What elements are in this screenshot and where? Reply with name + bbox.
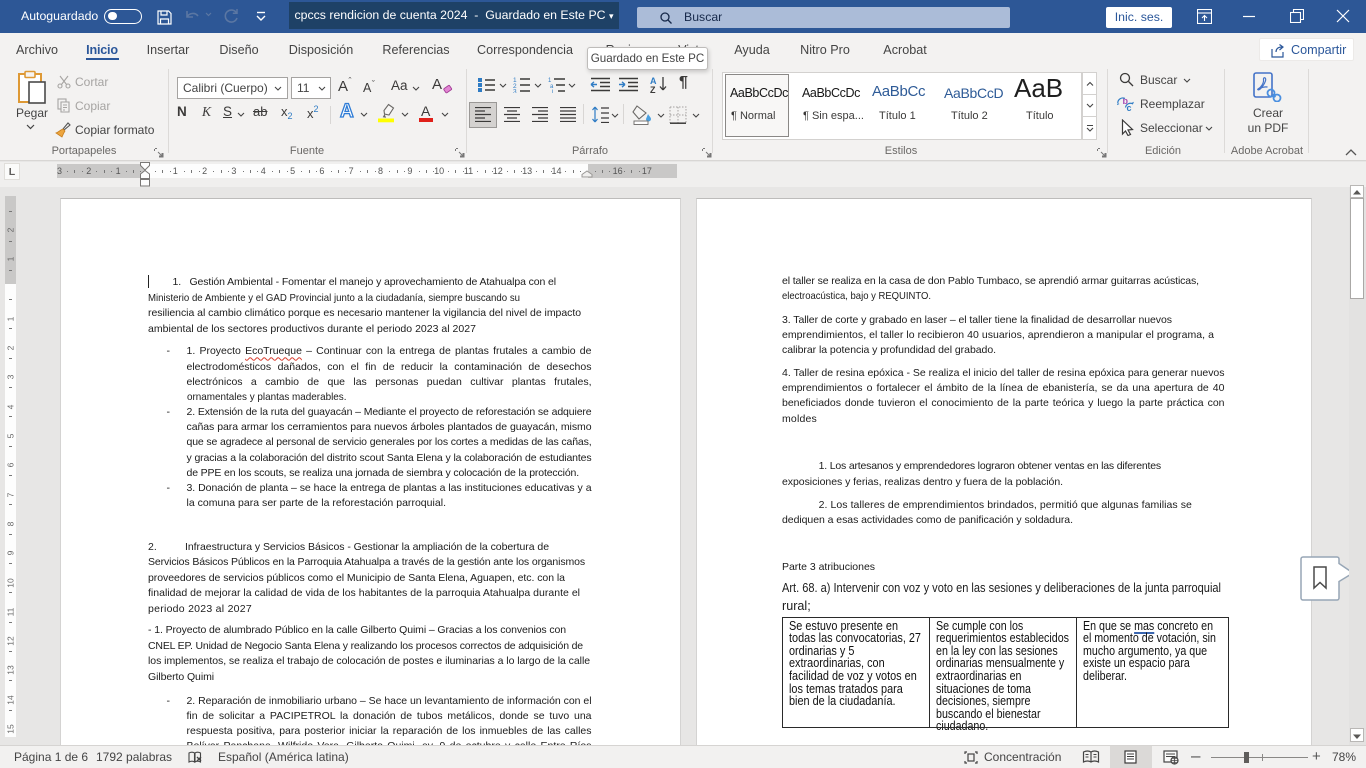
svg-text:3: 3 (513, 89, 517, 94)
svg-text:i: i (552, 90, 553, 94)
svg-text:Z: Z (650, 85, 656, 94)
